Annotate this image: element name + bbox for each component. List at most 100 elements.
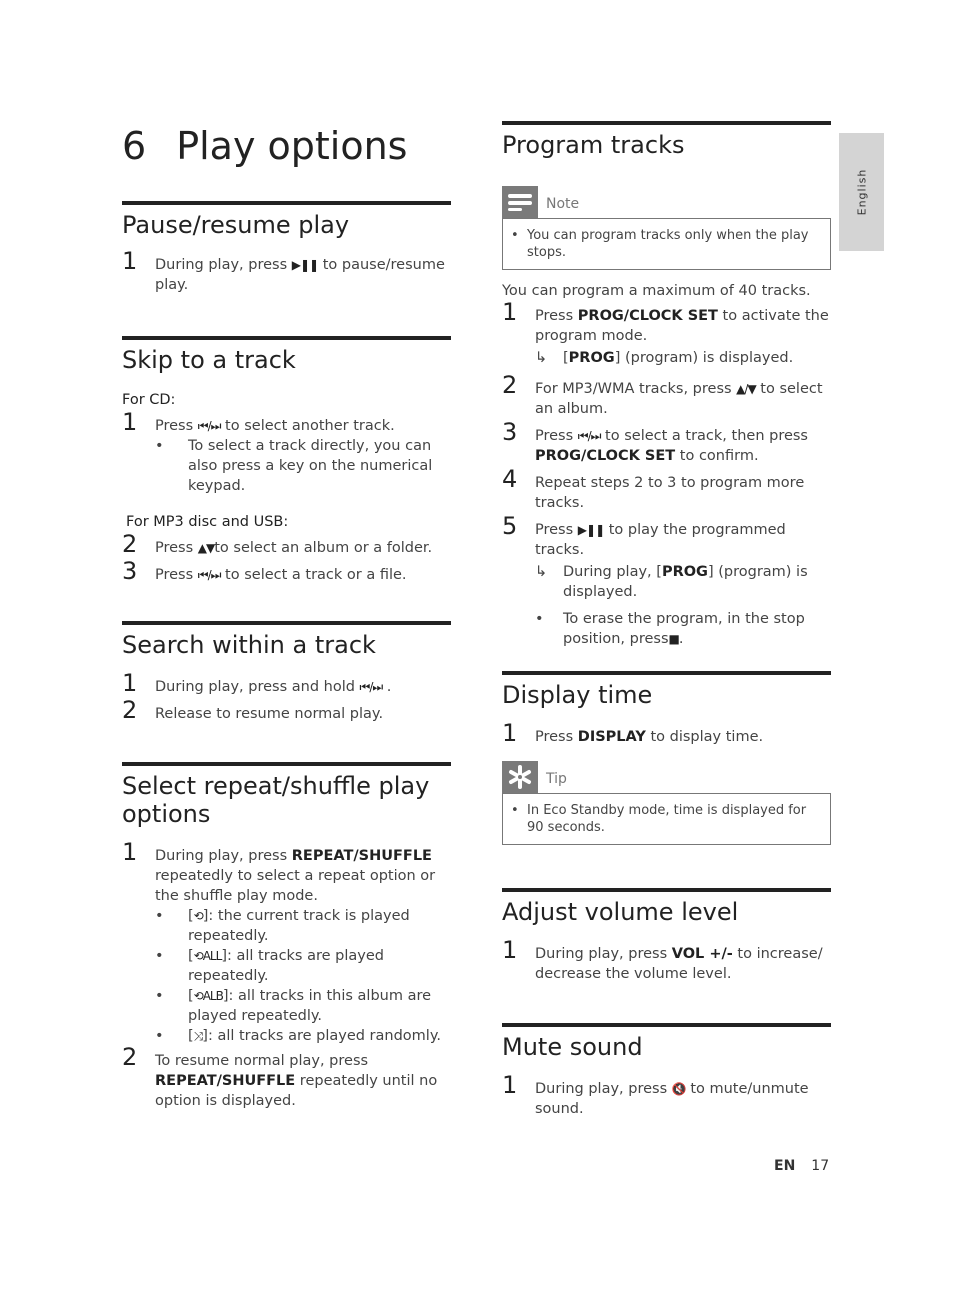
step-text: repeatedly to select a repeat option or … xyxy=(155,868,436,904)
step-number: 2 xyxy=(122,696,138,724)
note-label: Note xyxy=(546,196,580,212)
page-number: 17 xyxy=(811,1158,830,1174)
section-rule xyxy=(502,121,831,125)
step-text: Press xyxy=(155,567,198,583)
section-search-track: Search within a track 1 During play, pre… xyxy=(122,621,451,724)
section-title: Select repeat/shuffle play options xyxy=(122,772,430,828)
section-skip-track: Skip to a track For CD: 1 Press ⏮/⏭ to s… xyxy=(122,336,451,585)
display-text: PROG xyxy=(661,564,708,580)
result-item: ↳ [PROG] (program) is displayed. xyxy=(535,350,794,366)
prev-next-icon: ⏮/⏭ xyxy=(197,419,222,433)
step: 3 Press ⏮/⏭ to select a track or a file. xyxy=(122,559,451,585)
step-text: For MP3/WMA tracks, press xyxy=(535,381,737,397)
shuffle-icon: ⤨ xyxy=(193,1029,204,1043)
program-steps: You can program a maximum of 40 tracks. … xyxy=(502,281,831,649)
step-text: Press xyxy=(535,522,578,538)
bullet-icon: • xyxy=(511,803,519,818)
step: 4 Repeat steps 2 to 3 to program more tr… xyxy=(502,467,831,513)
button-name: REPEAT/SHUFFLE xyxy=(155,1073,296,1089)
step-number: 1 xyxy=(122,669,138,697)
display-text: PROG xyxy=(568,350,615,366)
note-icon xyxy=(502,186,538,218)
section-title: Display time xyxy=(502,681,653,709)
section-title: Program tracks xyxy=(502,131,685,159)
mute-icon: 🔇 xyxy=(671,1082,687,1096)
step-number: 1 xyxy=(122,247,138,275)
step: 2 Press ▲▼to select an album or a folder… xyxy=(122,532,451,558)
for-cd-label: For CD: xyxy=(122,392,176,408)
bullet-item: • [⟲ALL]: all tracks are played repeatedl… xyxy=(155,948,384,984)
stop-icon: ■ xyxy=(668,632,680,646)
step: 1 During play, press 🔇 to mute/unmute so… xyxy=(502,1073,831,1119)
tip-label: Tip xyxy=(546,771,567,787)
step-number: 2 xyxy=(502,371,518,399)
play-pause-icon: ▶❚❚ xyxy=(577,523,605,537)
result-arrow-icon: ↳ xyxy=(535,350,548,366)
bullet-icon: • xyxy=(155,948,164,964)
note-box: Note • You can program tracks only when t… xyxy=(502,186,831,270)
step-number: 1 xyxy=(502,936,518,964)
prev-next-icon: ⏮/⏭ xyxy=(197,568,222,582)
chapter-title-text: Play options xyxy=(176,124,408,168)
repeat-all-icon: ⟲ALL xyxy=(193,949,223,963)
bullet-text: To erase the program, in the stop positi… xyxy=(563,611,805,647)
up-down-icon: ▲▼ xyxy=(197,541,215,555)
step-text: During play, press xyxy=(155,257,292,273)
section-rule xyxy=(502,671,831,675)
section-title: Pause/resume play xyxy=(122,211,350,239)
step-text: To resume normal play, press xyxy=(155,1053,369,1069)
step-text: to select a track or a file. xyxy=(220,567,407,583)
bullet-text: : all tracks are played randomly. xyxy=(207,1028,441,1044)
step: 1 Press PROG/CLOCK SET to activate the p… xyxy=(502,300,831,368)
result-text: ] (program) is displayed. xyxy=(614,350,794,366)
bullet-text: : all tracks in this album are played re… xyxy=(188,988,432,1024)
step-text: to select an album or a folder. xyxy=(214,540,433,556)
tip-box: Tip • In Eco Standby mode, time is displa… xyxy=(502,761,831,845)
section-title: Search within a track xyxy=(122,631,376,659)
bullet-item: • To select a track directly, you can als… xyxy=(155,436,451,496)
step: 1 During play, press VOL +/- to increase… xyxy=(502,938,831,984)
step-text: Repeat steps 2 to 3 to program more trac… xyxy=(535,475,805,511)
section-rule xyxy=(502,888,831,892)
bullet-icon: • xyxy=(155,908,164,924)
bullet-item: • To erase the program, in the stop posit… xyxy=(535,609,831,649)
button-name: VOL +/- xyxy=(671,946,733,962)
section-volume: Adjust volume level 1 During play, press… xyxy=(502,888,831,984)
step-text: Press xyxy=(535,308,578,324)
section-rule xyxy=(122,201,451,205)
prev-next-icon: ⏮/⏭ xyxy=(359,680,384,694)
section-title: Mute sound xyxy=(502,1033,643,1061)
step-text: to select another track. xyxy=(220,418,395,434)
step-text: . xyxy=(382,679,392,695)
step-text: to display time. xyxy=(645,729,764,745)
step: 1 Press DISPLAY to display time. xyxy=(502,721,831,747)
step-text: Release to resume normal play. xyxy=(155,706,384,722)
step: 2 To resume normal play, press REPEAT/SH… xyxy=(122,1045,451,1111)
result-item: ↳ During play, [PROG] (program) is displa… xyxy=(535,562,831,602)
section-program-tracks: Program tracks xyxy=(502,121,831,159)
step-text: During play, press xyxy=(535,1081,672,1097)
step: 1 Press ⏮/⏭ to select another track. xyxy=(122,410,451,436)
bullet-item: • [⟲]: the current track is played repeat… xyxy=(155,908,410,944)
step-text: During play, press xyxy=(155,848,292,864)
bullet-item: • [⤨]: all tracks are played randomly. xyxy=(155,1028,441,1044)
button-name: PROG/CLOCK SET xyxy=(535,448,676,464)
step-number: 1 xyxy=(122,408,138,436)
up-down-icon: ▲/▼ xyxy=(736,382,756,396)
bullet-icon: • xyxy=(511,228,519,243)
result-text: During play, [ xyxy=(563,564,662,580)
section-rule xyxy=(122,621,451,625)
step-number: 5 xyxy=(502,512,518,540)
program-intro: You can program a maximum of 40 tracks. xyxy=(502,283,811,299)
step-text: to select a track, then press xyxy=(600,428,808,444)
page-footer: EN 17 xyxy=(774,1158,829,1174)
language-code: EN xyxy=(774,1158,796,1174)
section-rule xyxy=(122,762,451,766)
tip-icon xyxy=(502,761,538,793)
language-tab: English xyxy=(839,133,884,251)
repeat-icon: ⟲ xyxy=(193,909,204,923)
step: 3 Press ⏮/⏭ to select a track, then pres… xyxy=(502,420,831,466)
step-number: 3 xyxy=(122,557,138,585)
note-text: You can program tracks only when the pla… xyxy=(527,228,809,260)
section-rule xyxy=(502,1023,831,1027)
